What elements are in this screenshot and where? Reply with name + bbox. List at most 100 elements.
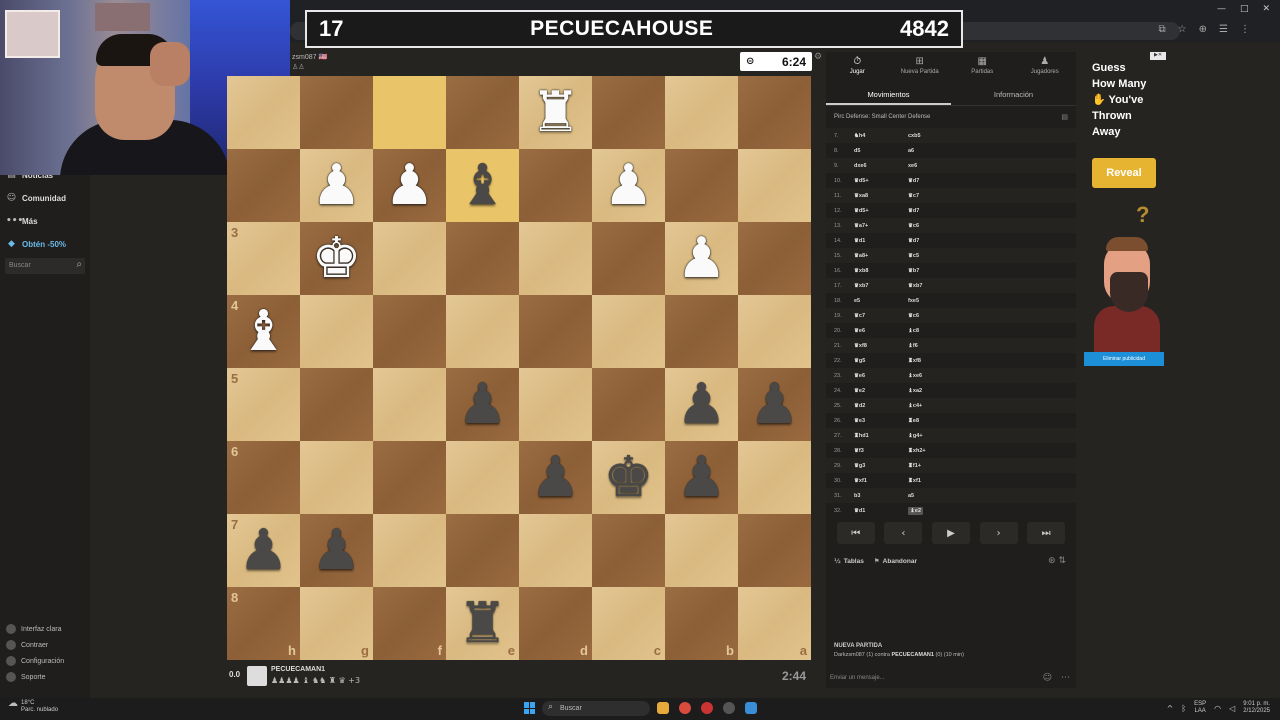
bookmark-star-icon[interactable]: ☆: [1178, 24, 1187, 35]
board-square[interactable]: ♟: [446, 368, 519, 441]
black-move[interactable]: fxe5: [908, 298, 919, 304]
white-move[interactable]: ♛g5: [854, 358, 865, 364]
black-move[interactable]: a6: [908, 148, 914, 154]
sidebar-item-community[interactable]: ☺ Comunidad: [6, 193, 66, 204]
white-move[interactable]: ♛d2: [854, 403, 865, 409]
ad-reveal-button[interactable]: Reveal: [1092, 158, 1156, 188]
board-square[interactable]: ♟: [665, 368, 738, 441]
board-square[interactable]: [227, 149, 300, 222]
white-move[interactable]: ♛e2: [854, 388, 865, 394]
play-moves-button[interactable]: ▶: [931, 522, 970, 544]
black-move[interactable]: a5: [908, 493, 914, 499]
black-move[interactable]: ♜xf1: [908, 478, 921, 484]
white-move[interactable]: ♛a8+: [854, 253, 868, 259]
black-move[interactable]: ♛c7: [908, 193, 919, 199]
black-piece[interactable]: ♟: [749, 376, 799, 433]
first-move-button[interactable]: ⏮: [836, 522, 875, 544]
board-square[interactable]: [665, 514, 738, 587]
board-square[interactable]: ♟: [738, 368, 811, 441]
tab-play[interactable]: ⏱ Jugar: [826, 52, 889, 82]
white-piece[interactable]: ♝: [238, 303, 288, 360]
black-piece[interactable]: ♟: [530, 449, 580, 506]
black-piece[interactable]: ♟: [676, 449, 726, 506]
board-square[interactable]: [519, 295, 592, 368]
board-square[interactable]: [446, 222, 519, 295]
black-piece[interactable]: ♚: [603, 449, 653, 506]
clock[interactable]: 9:01 p. m. 2/12/2025: [1243, 701, 1270, 715]
weather-widget[interactable]: ☁ 18°C Parc. nublado: [8, 699, 58, 714]
white-move[interactable]: ♛g3: [854, 463, 865, 469]
board-square[interactable]: ♜: [519, 76, 592, 149]
white-move[interactable]: ♛xb8: [854, 268, 868, 274]
sidebar-settings[interactable]: Configuración: [6, 656, 64, 666]
white-move[interactable]: ♛xa8: [854, 193, 868, 199]
black-move[interactable]: ♝xa2: [908, 388, 922, 394]
board-square[interactable]: [446, 295, 519, 368]
board-square[interactable]: [446, 441, 519, 514]
emoji-icon[interactable]: ☺: [1043, 673, 1052, 683]
more-dots-icon[interactable]: ⋯: [1061, 673, 1070, 683]
black-move[interactable]: ♝xe6: [908, 373, 922, 379]
draw-button[interactable]: ½ Tablas: [834, 557, 864, 565]
board-square[interactable]: g: [300, 587, 373, 660]
volume-icon[interactable]: ◁: [1229, 704, 1235, 712]
black-move[interactable]: ♛c6: [908, 313, 919, 319]
board-square[interactable]: [300, 295, 373, 368]
menu-dots-icon[interactable]: ⋮: [1240, 24, 1250, 35]
board-settings-icon[interactable]: ⚙: [814, 52, 822, 62]
board-square[interactable]: [738, 149, 811, 222]
remove-ads-link[interactable]: Eliminar publicidad: [1084, 352, 1164, 366]
chat-input[interactable]: Enviar un mensaje... ☺ ⋯: [826, 670, 1076, 688]
white-move[interactable]: ♛e3: [854, 418, 865, 424]
black-move[interactable]: ♛xb7: [908, 283, 922, 289]
board-square[interactable]: ♟: [592, 149, 665, 222]
black-move[interactable]: ♛c5: [908, 253, 919, 259]
black-piece[interactable]: ♟: [457, 376, 507, 433]
board-square[interactable]: ♚: [300, 222, 373, 295]
tab-info[interactable]: Información: [951, 82, 1076, 105]
board-square[interactable]: [665, 76, 738, 149]
tray-arrow-icon[interactable]: ^: [1167, 704, 1174, 712]
board-square[interactable]: [738, 76, 811, 149]
board-square[interactable]: [373, 295, 446, 368]
opponent-name[interactable]: zsm087 🇺🇸: [292, 53, 327, 61]
last-move-button[interactable]: ⏭: [1027, 522, 1066, 544]
translate-icon[interactable]: ⊕: [1199, 24, 1207, 35]
board-square[interactable]: [446, 76, 519, 149]
white-piece[interactable]: ♚: [311, 230, 361, 287]
black-move[interactable]: ♝f6: [908, 343, 918, 349]
white-piece[interactable]: ♟: [311, 157, 361, 214]
flip-board-icon[interactable]: ⇅: [1058, 556, 1066, 566]
board-square[interactable]: [373, 441, 446, 514]
white-piece[interactable]: ♟: [676, 230, 726, 287]
board-square[interactable]: [738, 295, 811, 368]
white-move[interactable]: ♛c7: [854, 313, 865, 319]
tab-games[interactable]: ▦ Partidas: [951, 52, 1014, 82]
black-piece[interactable]: ♟: [311, 522, 361, 579]
black-piece[interactable]: ♟: [676, 376, 726, 433]
tab-moves[interactable]: Movimientos: [826, 82, 951, 105]
bluetooth-icon[interactable]: ᛒ: [1181, 704, 1186, 712]
board-square[interactable]: [738, 441, 811, 514]
black-move[interactable]: ♝g4+: [908, 433, 923, 439]
board-square[interactable]: [300, 368, 373, 441]
black-move[interactable]: ♜e8: [908, 418, 919, 424]
white-move[interactable]: ♛e6: [854, 328, 865, 334]
sidebar-item-premium[interactable]: ◆ Obtén -50%: [6, 239, 66, 250]
white-piece[interactable]: ♜: [530, 84, 580, 141]
language-indicator[interactable]: ESP LAA: [1194, 701, 1206, 715]
sidebar-collapse[interactable]: Contraer: [6, 640, 48, 650]
board-square[interactable]: ♟: [373, 149, 446, 222]
black-move[interactable]: ♜xh2+: [908, 448, 926, 454]
board-square[interactable]: [446, 514, 519, 587]
chess-board[interactable]: ♜ ♟ ♟ ♝ ♟ 3 ♚ ♟ 4 ♝ 5 ♟ ♟ ♟ 6 ♟ ♚ ♟ 7 ♟ ♟ 8 h g f e ♜ d c b a: [227, 76, 811, 660]
sidebar-support[interactable]: Soporte: [6, 672, 46, 682]
board-square[interactable]: [519, 149, 592, 222]
board-square[interactable]: [373, 222, 446, 295]
white-move[interactable]: ♛d1: [854, 508, 865, 514]
board-square[interactable]: 7 ♟: [227, 514, 300, 587]
tab-new-game[interactable]: ⊞ Nueva Partida: [889, 52, 952, 82]
sidebar-item-more[interactable]: ••• Más: [6, 216, 38, 227]
board-square[interactable]: [665, 149, 738, 222]
board-square[interactable]: [738, 514, 811, 587]
